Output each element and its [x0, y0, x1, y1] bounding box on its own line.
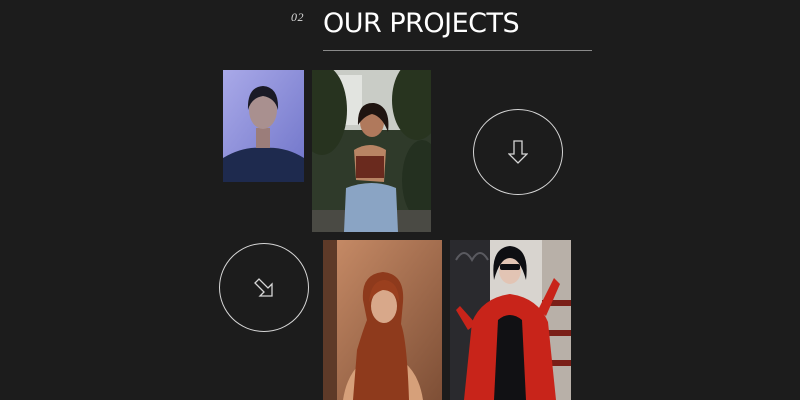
project-photo-portrait-blue[interactable]	[223, 70, 304, 182]
section-title: OUR PROJECTS	[323, 8, 520, 39]
project-photo-red-hair[interactable]	[323, 240, 442, 400]
project-photo-red-coat[interactable]	[450, 240, 571, 400]
title-divider	[323, 50, 592, 51]
diagonal-arrow-button[interactable]	[219, 243, 309, 332]
scroll-down-button[interactable]	[473, 109, 563, 195]
section-number: 02	[291, 10, 304, 24]
project-photo-seated-woman[interactable]	[312, 70, 431, 232]
